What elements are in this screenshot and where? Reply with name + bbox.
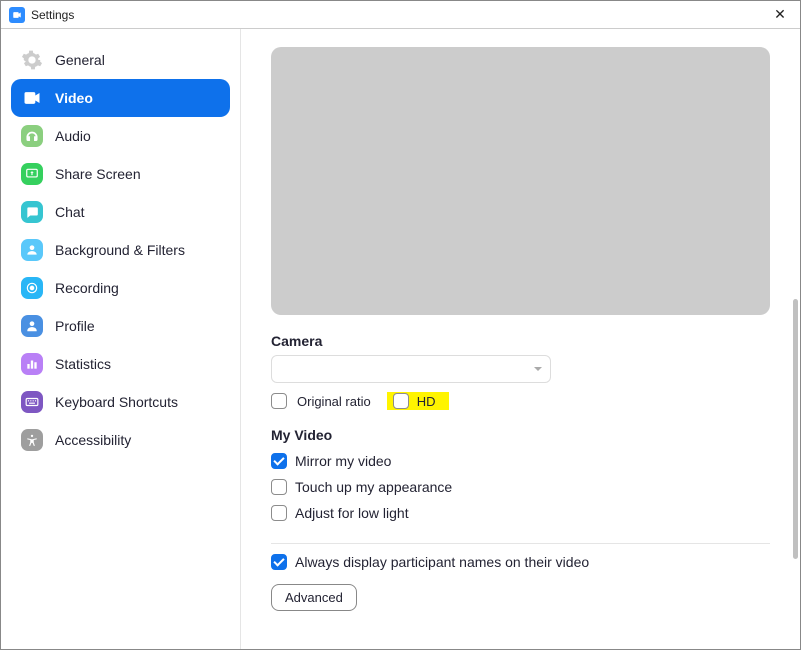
chat-icon	[21, 201, 43, 223]
lowlight-label: Adjust for low light	[295, 505, 409, 521]
main-panel: Camera Original ratio HD My Video Mirror…	[241, 29, 800, 649]
accessibility-icon	[21, 429, 43, 451]
sidebar-item-label: Background & Filters	[55, 242, 185, 258]
recording-icon	[21, 277, 43, 299]
sidebar-item-label: Statistics	[55, 356, 111, 372]
sidebar-item-keyboard-shortcuts[interactable]: Keyboard Shortcuts	[11, 383, 230, 421]
background-icon	[21, 239, 43, 261]
keyboard-icon	[21, 391, 43, 413]
gear-icon	[21, 49, 43, 71]
titlebar: Settings ✕	[1, 1, 800, 29]
camera-section-label: Camera	[271, 333, 770, 349]
original-ratio-label: Original ratio	[297, 394, 371, 409]
video-preview	[271, 47, 770, 315]
sidebar-item-label: General	[55, 52, 105, 68]
lowlight-checkbox[interactable]	[271, 505, 287, 521]
sidebar-item-label: Recording	[55, 280, 119, 296]
window-title: Settings	[31, 8, 74, 22]
sidebar-item-general[interactable]: General	[11, 41, 230, 79]
app-icon	[9, 7, 25, 23]
touchup-label: Touch up my appearance	[295, 479, 452, 495]
sidebar-item-label: Profile	[55, 318, 95, 334]
scrollbar-thumb[interactable]	[793, 299, 798, 559]
camera-select[interactable]	[271, 355, 551, 383]
hd-label: HD	[417, 394, 436, 409]
original-ratio-checkbox[interactable]	[271, 393, 287, 409]
sidebar-item-audio[interactable]: Audio	[11, 117, 230, 155]
headphones-icon	[21, 125, 43, 147]
sidebar-item-share-screen[interactable]: Share Screen	[11, 155, 230, 193]
statistics-icon	[21, 353, 43, 375]
sidebar-item-label: Audio	[55, 128, 91, 144]
sidebar: General Video Audio Share Screen	[1, 29, 241, 649]
share-screen-icon	[21, 163, 43, 185]
sidebar-item-statistics[interactable]: Statistics	[11, 345, 230, 383]
close-button[interactable]: ✕	[768, 3, 792, 27]
sidebar-item-label: Video	[55, 90, 93, 106]
sidebar-item-background-filters[interactable]: Background & Filters	[11, 231, 230, 269]
sidebar-item-video[interactable]: Video	[11, 79, 230, 117]
sidebar-item-profile[interactable]: Profile	[11, 307, 230, 345]
my-video-section-label: My Video	[271, 427, 770, 443]
profile-icon	[21, 315, 43, 337]
sidebar-item-label: Keyboard Shortcuts	[55, 394, 178, 410]
hd-checkbox[interactable]	[393, 393, 409, 409]
mirror-checkbox[interactable]	[271, 453, 287, 469]
sidebar-item-recording[interactable]: Recording	[11, 269, 230, 307]
display-names-checkbox[interactable]	[271, 554, 287, 570]
sidebar-item-label: Chat	[55, 204, 85, 220]
sidebar-item-chat[interactable]: Chat	[11, 193, 230, 231]
sidebar-item-accessibility[interactable]: Accessibility	[11, 421, 230, 459]
video-icon	[21, 87, 43, 109]
sidebar-item-label: Share Screen	[55, 166, 141, 182]
advanced-button[interactable]: Advanced	[271, 584, 357, 611]
mirror-label: Mirror my video	[295, 453, 391, 469]
display-names-label: Always display participant names on thei…	[295, 554, 589, 570]
sidebar-item-label: Accessibility	[55, 432, 131, 448]
touchup-checkbox[interactable]	[271, 479, 287, 495]
divider	[271, 543, 770, 544]
